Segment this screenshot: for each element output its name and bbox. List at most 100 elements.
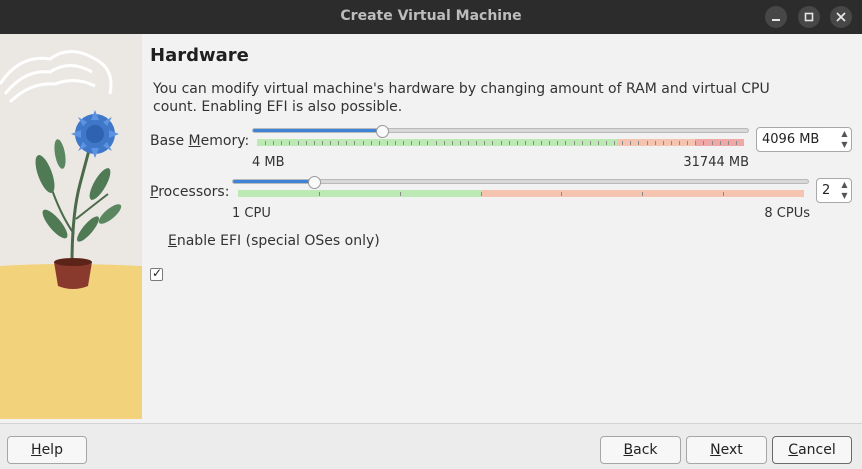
range-tick bbox=[330, 141, 331, 145]
range-tick bbox=[687, 141, 688, 145]
range-tick bbox=[289, 141, 290, 145]
range-tick bbox=[533, 141, 534, 145]
range-tick bbox=[671, 141, 672, 145]
range-tick bbox=[306, 141, 307, 145]
range-tick bbox=[630, 141, 631, 145]
memory-max-label: 31744 MB bbox=[683, 155, 749, 170]
range-tick bbox=[712, 141, 713, 145]
close-button[interactable] bbox=[830, 6, 852, 28]
range-tick bbox=[319, 192, 320, 196]
maximize-button[interactable] bbox=[798, 6, 820, 28]
range-tick bbox=[541, 141, 542, 145]
range-tick bbox=[736, 141, 737, 145]
window-title: Create Virtual Machine bbox=[340, 8, 522, 24]
processors-label: Processors: bbox=[150, 184, 230, 200]
memory-min-label: 4 MB bbox=[252, 155, 285, 170]
range-tick bbox=[379, 141, 380, 145]
range-tick bbox=[679, 141, 680, 145]
range-tick bbox=[723, 192, 724, 196]
range-tick bbox=[371, 141, 372, 145]
processors-value: 2 bbox=[822, 183, 831, 198]
maximize-icon bbox=[804, 12, 814, 22]
range-tick bbox=[403, 141, 404, 145]
range-tick bbox=[298, 141, 299, 145]
range-tick bbox=[481, 192, 482, 196]
help-button[interactable]: Help bbox=[7, 436, 87, 464]
range-tick bbox=[354, 141, 355, 145]
range-tick bbox=[598, 141, 599, 145]
range-tick bbox=[427, 141, 428, 145]
memory-spinbox[interactable]: 4096 MB ▲ ▼ bbox=[756, 127, 852, 152]
range-tick bbox=[411, 141, 412, 145]
page-description: You can modify virtual machine's hardwar… bbox=[153, 81, 770, 115]
memory-slider-handle[interactable] bbox=[376, 125, 390, 138]
processors-max-label: 8 CPUs bbox=[764, 206, 810, 221]
range-tick bbox=[322, 141, 323, 145]
range-tick bbox=[606, 141, 607, 145]
back-button[interactable]: Back bbox=[600, 436, 681, 464]
range-tick bbox=[695, 141, 696, 145]
range-tick bbox=[622, 141, 623, 145]
processors-min-label: 1 CPU bbox=[232, 206, 271, 221]
range-tick bbox=[444, 141, 445, 145]
range-tick bbox=[647, 141, 648, 145]
range-tick bbox=[565, 141, 566, 145]
chevron-down-icon[interactable]: ▼ bbox=[838, 190, 851, 201]
range-tick bbox=[346, 141, 347, 145]
memory-slider[interactable] bbox=[252, 128, 749, 133]
chevron-up-icon[interactable]: ▲ bbox=[838, 128, 851, 139]
plant-illustration bbox=[0, 34, 142, 419]
processors-range-bar bbox=[238, 190, 804, 197]
range-tick bbox=[561, 192, 562, 196]
range-tick bbox=[614, 141, 615, 145]
range-tick bbox=[720, 141, 721, 145]
dialog-content: Hardware You can modify virtual machine'… bbox=[0, 34, 862, 423]
range-tick bbox=[501, 141, 502, 145]
memory-slider-fill bbox=[253, 129, 384, 132]
range-tick bbox=[400, 192, 401, 196]
range-tick bbox=[582, 141, 583, 145]
range-tick bbox=[509, 141, 510, 145]
range-tick bbox=[476, 141, 477, 145]
range-tick bbox=[484, 141, 485, 145]
range-tick bbox=[492, 141, 493, 145]
range-tick bbox=[728, 141, 729, 145]
processors-spinbox[interactable]: 2 ▲ ▼ bbox=[816, 178, 852, 203]
range-tick bbox=[460, 141, 461, 145]
enable-efi-label[interactable]: Enable EFI (special OSes only) bbox=[168, 233, 380, 249]
base-memory-label: Base Memory: bbox=[150, 133, 250, 149]
memory-range-bar bbox=[257, 139, 744, 146]
range-tick bbox=[468, 141, 469, 145]
range-tick bbox=[363, 141, 364, 145]
range-tick bbox=[638, 141, 639, 145]
range-tick bbox=[338, 141, 339, 145]
processors-slider-handle[interactable] bbox=[308, 176, 322, 189]
next-button[interactable]: Next bbox=[686, 436, 767, 464]
range-tick bbox=[387, 141, 388, 145]
range-tick bbox=[419, 141, 420, 145]
range-tick bbox=[436, 141, 437, 145]
range-tick bbox=[590, 141, 591, 145]
range-tick bbox=[703, 141, 704, 145]
memory-value: 4096 MB bbox=[762, 132, 820, 147]
range-tick bbox=[574, 141, 575, 145]
range-tick bbox=[314, 141, 315, 145]
minimize-button[interactable] bbox=[765, 6, 787, 28]
range-tick bbox=[452, 141, 453, 145]
range-tick bbox=[265, 141, 266, 145]
enable-efi-checkbox[interactable] bbox=[150, 266, 163, 281]
range-tick bbox=[273, 141, 274, 145]
title-bar: Create Virtual Machine bbox=[0, 0, 862, 34]
chevron-down-icon[interactable]: ▼ bbox=[838, 139, 851, 150]
close-icon bbox=[836, 12, 846, 22]
minimize-icon bbox=[772, 19, 780, 21]
range-tick bbox=[663, 141, 664, 145]
chevron-up-icon[interactable]: ▲ bbox=[838, 179, 851, 190]
processors-slider-fill bbox=[233, 180, 316, 183]
cancel-button[interactable]: Cancel bbox=[772, 436, 852, 464]
button-bar: Help Back Next Cancel bbox=[0, 423, 862, 469]
range-tick bbox=[557, 141, 558, 145]
range-tick bbox=[395, 141, 396, 145]
page-title: Hardware bbox=[150, 45, 249, 66]
range-tick bbox=[642, 192, 643, 196]
